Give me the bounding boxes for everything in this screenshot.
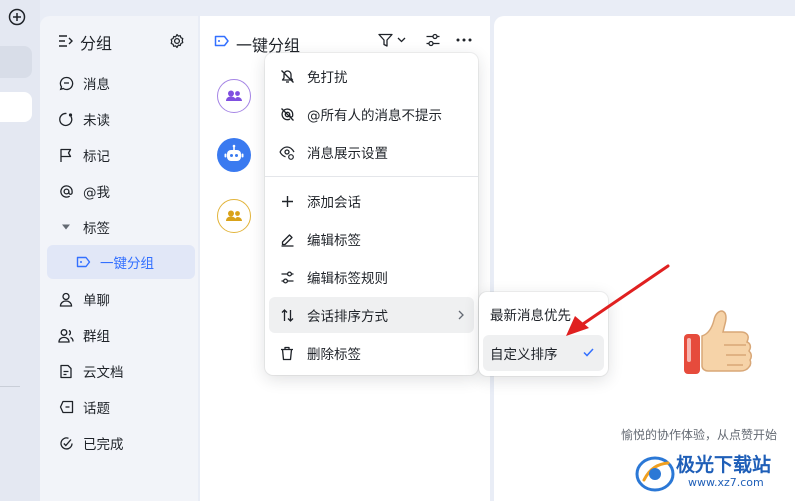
nav-item-tags[interactable]: 标签 <box>40 210 198 244</box>
watermark-logo-icon <box>634 450 676 494</box>
menu-item-label: 免打扰 <box>307 70 348 86</box>
watermark-name: 极光下载站 <box>676 454 772 476</box>
nav-item-topics[interactable]: 话题 <box>40 390 198 424</box>
menu-item-label: 添加会话 <box>307 195 361 211</box>
watermark-url: www.xz7.com <box>688 476 764 489</box>
menu-item-edit-tag[interactable]: 编辑标签 <box>269 221 474 257</box>
menu-item-label: 编辑标签 <box>307 233 361 249</box>
nav-item-at-me[interactable]: @我 <box>40 174 198 208</box>
check-circle-icon <box>58 435 74 451</box>
menu-item-label: 编辑标签规则 <box>307 271 388 287</box>
at-icon <box>58 183 74 199</box>
nav-item-groups[interactable]: 群组 <box>40 318 198 352</box>
add-circle-icon[interactable] <box>8 8 26 26</box>
at-off-icon <box>279 106 295 122</box>
topic-icon <box>58 399 74 415</box>
nav-item-label: 群组 <box>83 329 110 345</box>
tag-icon <box>214 35 230 47</box>
nav-title: 分组 <box>80 34 113 53</box>
nav-item-messages[interactable]: 消息 <box>40 66 198 100</box>
nav-item-unread[interactable]: 未读 <box>40 102 198 136</box>
app-rail <box>0 0 40 501</box>
check-icon <box>583 348 594 357</box>
tag-icon <box>75 254 91 270</box>
nav-item-completed[interactable]: 已完成 <box>40 426 198 460</box>
menu-item-delete-tag[interactable]: 删除标签 <box>269 335 474 371</box>
rail-item-active[interactable] <box>0 92 32 122</box>
nav-item-label: 已完成 <box>83 437 124 453</box>
gear-icon[interactable] <box>169 33 185 49</box>
avatar[interactable] <box>217 138 251 172</box>
nav-item-label: 话题 <box>83 401 110 417</box>
watermark: 极光下载站 www.xz7.com <box>634 448 794 498</box>
nav-item-flag[interactable]: 标记 <box>40 138 198 172</box>
filter-icon[interactable] <box>378 33 406 47</box>
collapse-menu-icon[interactable] <box>58 34 73 48</box>
menu-item-mute[interactable]: 免打扰 <box>269 58 474 94</box>
submenu-item-label: 最新消息优先 <box>490 308 571 324</box>
more-icon[interactable] <box>456 38 472 42</box>
nav-item-label: 未读 <box>83 113 110 129</box>
avatar[interactable] <box>217 79 251 113</box>
menu-item-mute-at-all[interactable]: @所有人的消息不提示 <box>269 96 474 132</box>
menu-item-display-settings[interactable]: 消息展示设置 <box>269 134 474 170</box>
context-menu: 免打扰 @所有人的消息不提示 消息展示设置 添加会话 编辑标签 编辑标签规则 会… <box>265 53 478 375</box>
submenu-item-label: 自定义排序 <box>490 347 558 363</box>
group-nav: 分组 消息 未读 标记 @我 标签 一键分组 单聊 群组 云文档 话题 已完成 <box>40 16 198 501</box>
detail-pane: 愉悦的协作体验，从点赞开始 <box>494 16 795 501</box>
nav-item-label: @我 <box>83 185 110 201</box>
empty-state-caption: 愉悦的协作体验，从点赞开始 <box>621 428 778 442</box>
menu-item-edit-tag-rules[interactable]: 编辑标签规则 <box>269 259 474 295</box>
flag-icon <box>58 147 74 163</box>
person-icon <box>58 291 74 307</box>
menu-item-sort-order[interactable]: 会话排序方式 <box>269 297 474 333</box>
annotation-arrow <box>560 262 672 344</box>
sort-icon <box>279 307 295 323</box>
sliders-icon <box>279 269 295 285</box>
menu-item-label: 会话排序方式 <box>307 309 388 325</box>
settings-sliders-icon[interactable] <box>425 32 441 48</box>
menu-item-label: 删除标签 <box>307 347 361 363</box>
menu-item-add-chat[interactable]: 添加会话 <box>269 183 474 219</box>
nav-item-label: 一键分组 <box>100 256 154 272</box>
nav-item-label: 消息 <box>83 77 110 93</box>
chevron-right-icon <box>458 310 464 320</box>
nav-item-cloud-docs[interactable]: 云文档 <box>40 354 198 388</box>
plus-icon <box>279 193 295 209</box>
rail-divider <box>0 386 20 387</box>
trash-icon <box>279 345 295 361</box>
caret-down-icon <box>58 219 74 235</box>
chat-bubble-icon <box>58 75 74 91</box>
bell-off-icon <box>279 68 295 84</box>
nav-item-label: 标签 <box>83 221 110 237</box>
avatar[interactable] <box>217 199 251 233</box>
nav-item-label: 标记 <box>83 149 110 165</box>
menu-separator <box>265 176 478 177</box>
menu-item-label: @所有人的消息不提示 <box>307 108 442 124</box>
unread-icon <box>58 111 74 127</box>
nav-item-label: 云文档 <box>83 365 124 381</box>
pencil-icon <box>279 231 295 247</box>
thumbs-up-illustration <box>682 308 758 380</box>
menu-item-label: 消息展示设置 <box>307 146 388 162</box>
nav-item-single-chat[interactable]: 单聊 <box>40 282 198 316</box>
eye-settings-icon <box>279 144 295 160</box>
rail-item[interactable] <box>0 46 32 78</box>
nav-item-label: 单聊 <box>83 293 110 309</box>
nav-item-one-click-group[interactable]: 一键分组 <box>47 245 195 279</box>
group-icon <box>58 327 74 343</box>
doc-icon <box>58 363 74 379</box>
